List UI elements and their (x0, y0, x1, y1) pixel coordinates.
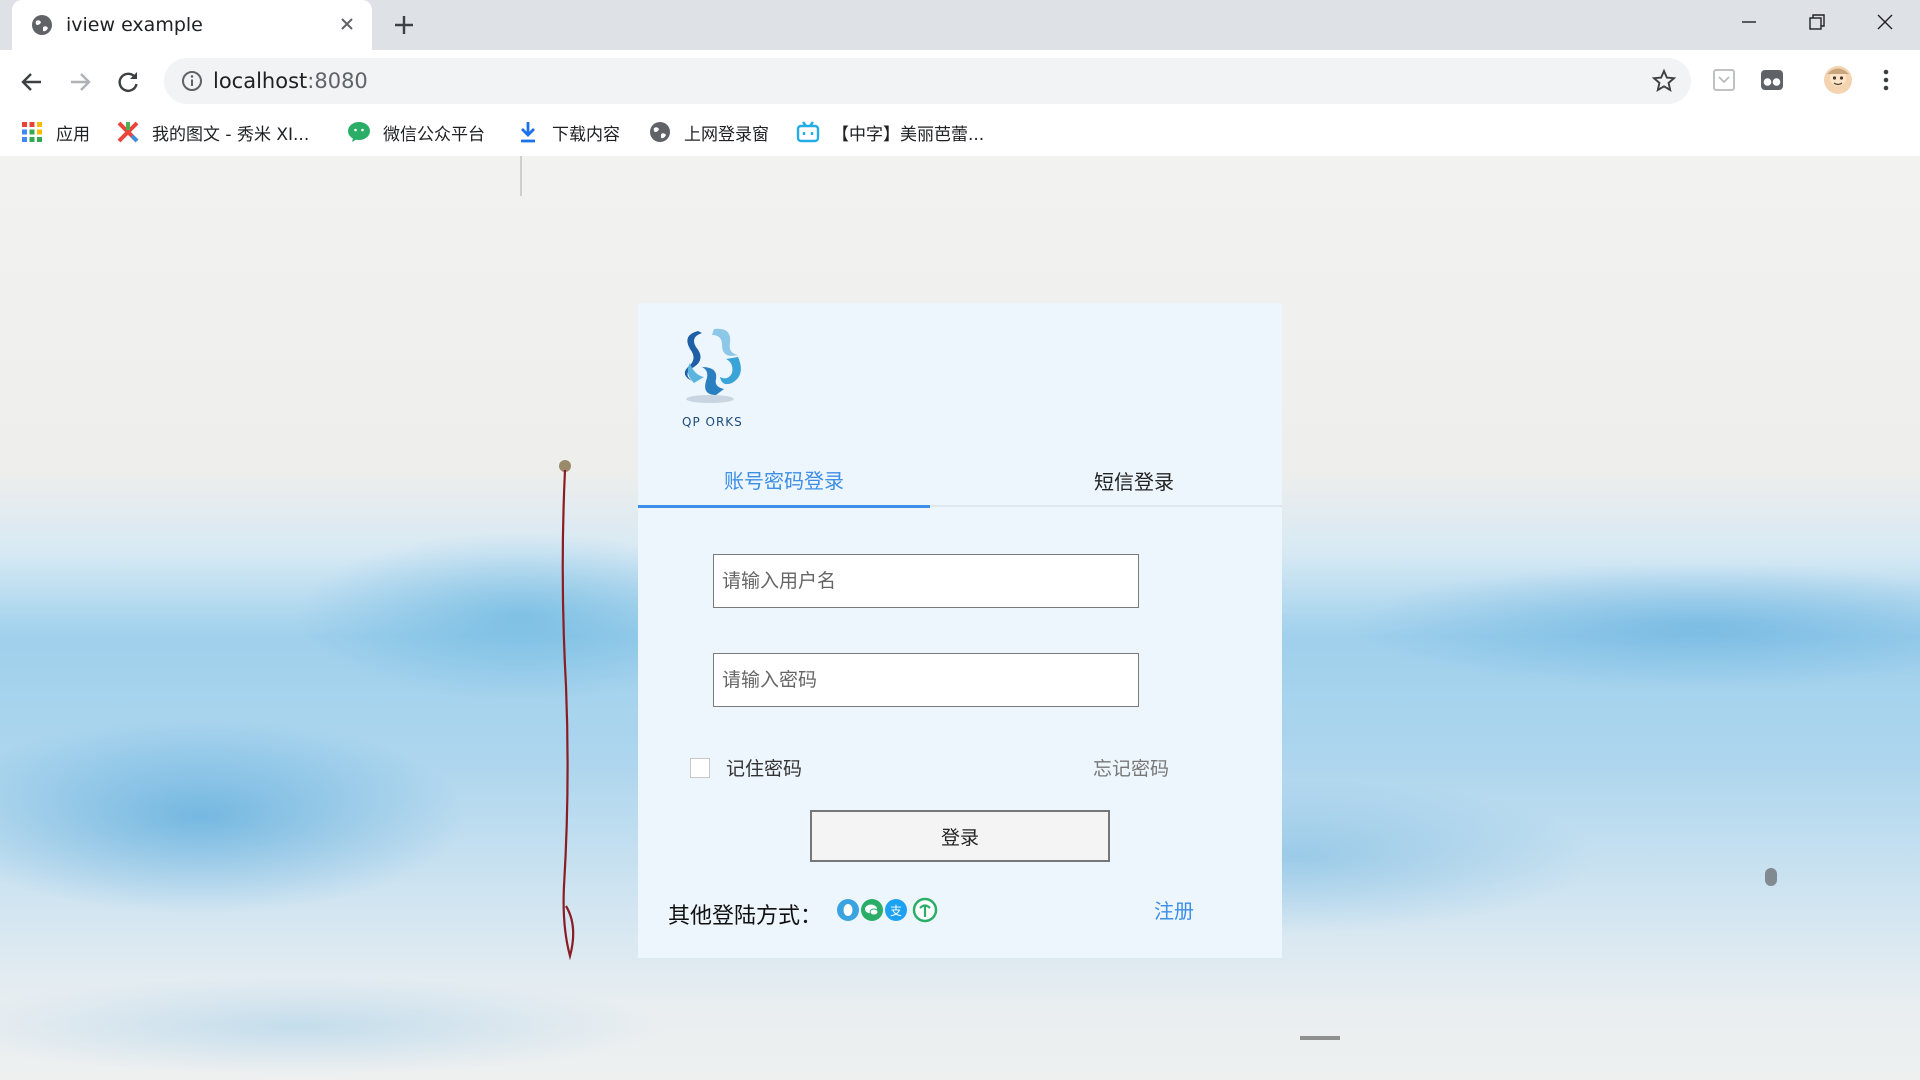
qq-icon[interactable] (836, 896, 860, 924)
tab-account-password[interactable]: 账号密码登录 (638, 453, 930, 508)
profile-button[interactable] (1822, 64, 1854, 96)
url-host: localhost (213, 69, 308, 93)
globe-icon (650, 122, 670, 142)
restore-icon (1809, 14, 1825, 30)
pocket-extension-icon (1713, 69, 1735, 91)
wall-crack (520, 156, 522, 196)
close-window-button[interactable] (1850, 0, 1920, 44)
xiumi-icon (117, 121, 139, 143)
login-tabs: 账号密码登录 短信登录 (638, 453, 1282, 508)
more-vertical-icon (1883, 69, 1889, 91)
browser-toolbar: localhost:8080 应用 我的图文 - 秀米 XI... 微信公众平台… (0, 50, 1920, 156)
browser-tab[interactable]: iview example (12, 0, 372, 50)
extension-button[interactable] (1756, 64, 1788, 96)
back-button[interactable] (12, 62, 52, 102)
info-icon[interactable] (180, 69, 204, 93)
password-input[interactable] (713, 653, 1139, 707)
bookmark-bilibili[interactable]: 【中字】美丽芭蕾... (796, 112, 984, 152)
remember-password[interactable]: 记住密码 (690, 754, 802, 781)
new-tab-icon[interactable] (390, 11, 418, 39)
svg-text:支: 支 (890, 904, 902, 918)
bookmark-label: 下载内容 (552, 124, 620, 145)
bookmark-login-window[interactable]: 上网登录窗 (648, 112, 769, 152)
arrow-left-icon (21, 73, 41, 91)
bookmark-apps[interactable]: 应用 (20, 112, 90, 152)
bookmark-label: 应用 (56, 124, 90, 145)
bookmark-downloads[interactable]: 下载内容 (516, 112, 620, 152)
download-icon (521, 122, 535, 143)
wall-crack (1765, 868, 1777, 886)
bookmark-xiumi[interactable]: 我的图文 - 秀米 XI... (116, 112, 309, 152)
bookmark-label: 上网登录窗 (684, 124, 769, 145)
wechat-icon[interactable] (860, 896, 884, 924)
register-link[interactable]: 注册 (1154, 895, 1194, 924)
restore-button[interactable] (1782, 0, 1852, 44)
url-text: localhost:8080 (213, 69, 368, 93)
incognito-extension-icon (1761, 70, 1783, 90)
apps-grid-icon (22, 122, 42, 142)
alipay-icon[interactable]: 支 (884, 896, 908, 924)
wall-crack (1300, 1036, 1340, 1040)
bookmark-label: 微信公众平台 (383, 124, 485, 145)
reload-button[interactable] (108, 62, 148, 102)
tab-sms-login[interactable]: 短信登录 (988, 453, 1280, 507)
arrow-right-icon (71, 73, 91, 91)
forward-button[interactable] (60, 62, 100, 102)
minimize-icon (1742, 21, 1756, 23)
login-card: QP ORKS 账号密码登录 短信登录 记住密码 忘记密码 登录 其他登陆方式：… (638, 303, 1282, 958)
star-icon[interactable] (1651, 68, 1677, 94)
globe-icon (32, 15, 52, 35)
avatar-icon (1824, 66, 1852, 94)
other-login-label: 其他登陆方式： (668, 904, 823, 929)
reload-icon (118, 72, 138, 92)
page-background: QP ORKS 账号密码登录 短信登录 记住密码 忘记密码 登录 其他登陆方式：… (0, 156, 1920, 1080)
remember-label: 记住密码 (726, 758, 803, 780)
address-bar[interactable]: localhost:8080 (164, 58, 1691, 104)
forgot-password-link[interactable]: 忘记密码 (1093, 754, 1169, 781)
remember-checkbox[interactable] (690, 757, 710, 778)
menu-button[interactable] (1870, 64, 1902, 96)
extension-button[interactable] (1708, 64, 1740, 96)
logo-text: QP ORKS (682, 415, 743, 429)
bilibili-icon (796, 121, 820, 143)
wechat-icon (348, 122, 370, 142)
tab-strip: iview example (0, 0, 1920, 50)
tab-title: iview example (66, 14, 203, 36)
bookmark-wechat[interactable]: 微信公众平台 (347, 112, 485, 152)
minimize-button[interactable] (1714, 0, 1784, 44)
close-icon[interactable] (334, 11, 360, 37)
bookmark-label: 我的图文 - 秀米 XI... (152, 124, 310, 145)
bookmarks-bar: 应用 我的图文 - 秀米 XI... 微信公众平台 下载内容 上网登录窗 【中字… (0, 112, 1920, 152)
bookmark-label: 【中字】美丽芭蕾... (832, 124, 985, 145)
username-input[interactable] (713, 554, 1139, 608)
url-port: :8080 (307, 69, 368, 93)
hanging-string-decoration (559, 460, 575, 961)
weibo-icon[interactable] (912, 896, 938, 924)
login-button[interactable]: 登录 (810, 810, 1110, 862)
close-icon (1877, 14, 1893, 30)
